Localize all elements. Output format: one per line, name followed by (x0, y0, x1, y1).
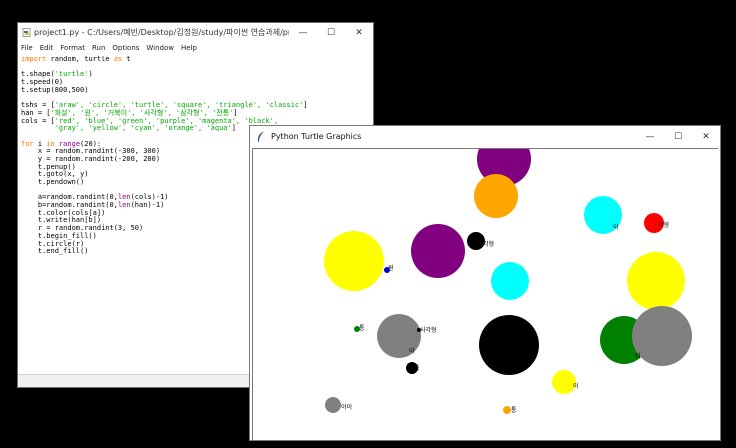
filled-circle (491, 262, 529, 300)
filled-circle (411, 224, 465, 278)
code-token: as (113, 56, 123, 63)
filled-circle (474, 174, 518, 218)
maximize-button[interactable]: ☐ (317, 23, 345, 42)
code-token: 'gray', 'yellow', 'cyan', 'orange', 'aqu… (54, 124, 232, 133)
minimize-button[interactable]: — (636, 126, 664, 147)
menu-run[interactable]: Run (92, 44, 105, 52)
filled-circle (552, 370, 576, 394)
turtle-graphics-window[interactable]: Python Turtle Graphics — ☐ ✕ 각형 각형 이 원 사각형 통 이… (249, 125, 721, 441)
filled-circle (324, 231, 384, 291)
maximize-button[interactable]: ☐ (664, 126, 692, 147)
menu-file[interactable]: File (21, 44, 33, 52)
code-token: random, turtle (46, 56, 114, 63)
code-token: t.end_fill() (21, 247, 89, 256)
code-token: (han)-1) (130, 201, 165, 210)
code-token: ) (88, 70, 93, 79)
filled-circle (325, 397, 341, 413)
filled-circle (632, 306, 692, 366)
code-token: len (117, 201, 131, 210)
feather-icon (256, 131, 266, 143)
filled-circle (479, 315, 539, 375)
turtle-write-label: 사각형 (420, 326, 437, 334)
turtle-write-label: 이 (409, 347, 415, 355)
code-token: import (21, 56, 47, 63)
filled-circle (627, 252, 685, 310)
turtle-write-label: 통 (414, 365, 420, 372)
menu-help[interactable]: Help (181, 44, 197, 52)
menu-edit[interactable]: Edit (40, 44, 54, 52)
code-token: ] (231, 124, 236, 133)
close-button[interactable]: ✕ (345, 23, 373, 42)
menu-window[interactable]: Window (146, 44, 174, 52)
turtle-write-label: 이 (613, 223, 619, 231)
menu-options[interactable]: Options (112, 44, 139, 52)
minimize-button[interactable]: — (289, 23, 317, 42)
python-file-icon (22, 28, 31, 37)
turtle-titlebar[interactable]: Python Turtle Graphics — ☐ ✕ (250, 126, 720, 147)
code-line: t.shape('turtle') (21, 71, 371, 79)
turtle-write-label: 각형 (658, 221, 669, 229)
turtle-write-label: 통 (359, 325, 365, 332)
code-token: t (122, 56, 131, 63)
filled-circle (503, 406, 511, 414)
turtle-write-label: 각형 (483, 240, 494, 248)
code-line: t.setup(800,500) (21, 85, 371, 95)
close-button[interactable]: ✕ (692, 126, 720, 147)
turtle-write-label: 원 (388, 264, 394, 272)
idle-menubar: File Edit Format Run Options Window Help (18, 42, 373, 54)
code-token: ] (303, 101, 308, 110)
turtle-drawing: 각형각형이원사각형통이통이이이이 통 (324, 149, 692, 414)
code-line: import random, turtle as t (21, 56, 371, 64)
menu-format[interactable]: Format (60, 44, 85, 52)
turtle-window-title: Python Turtle Graphics (271, 132, 362, 141)
turtle-write-label: 이 (573, 382, 579, 390)
idle-titlebar[interactable]: project1.py - C:/Users/예빈/Desktop/김정원/st… (18, 23, 373, 42)
turtle-write-label: 이이 (341, 403, 352, 411)
code-token: t.setup(800,500) (21, 85, 89, 94)
idle-window-title: project1.py - C:/Users/예빈/Desktop/김정원/st… (34, 28, 289, 37)
turtle-write-label: 통 (511, 407, 517, 414)
turtle-write-label: 이 (635, 352, 641, 360)
code-token: t.pendown() (21, 178, 85, 186)
turtle-canvas[interactable]: 각형 각형 이 원 사각형 통 이 통 이 이 이이 통 (252, 148, 718, 440)
